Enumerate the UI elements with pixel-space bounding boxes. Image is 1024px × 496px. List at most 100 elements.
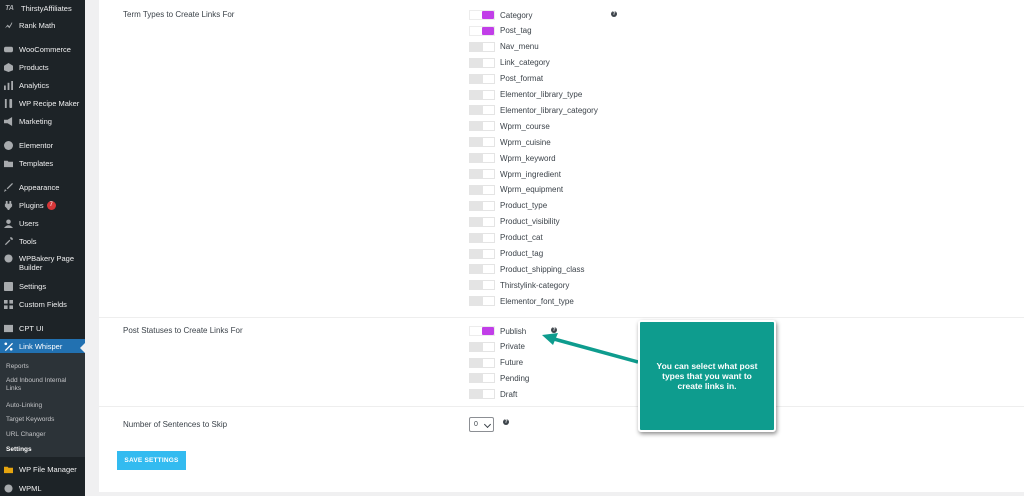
- sidebar-item-rank-math[interactable]: Rank Math: [0, 19, 85, 31]
- sidebar-item-tools[interactable]: Tools: [0, 235, 85, 247]
- checkbox-toggle[interactable]: [469, 200, 495, 211]
- sidebar-item-appearance[interactable]: Appearance: [0, 181, 85, 193]
- file-manager-icon: [4, 465, 13, 474]
- folder-icon: [4, 159, 13, 168]
- term-type-option[interactable]: Elementor_font_type: [469, 295, 574, 307]
- brush-icon: [4, 182, 13, 192]
- sidebar-item-settings[interactable]: Settings: [0, 280, 85, 292]
- toggle-knob: [483, 217, 494, 226]
- toggle-knob: [482, 327, 494, 335]
- submenu-reports[interactable]: Reports: [6, 363, 82, 371]
- term-type-option[interactable]: Product_cat: [469, 232, 543, 244]
- sidebar-item-link-whisper[interactable]: Link Whisper: [0, 339, 85, 353]
- toggle-knob: [483, 281, 494, 290]
- checkbox-toggle[interactable]: [469, 341, 495, 352]
- checkbox-toggle[interactable]: [469, 121, 495, 132]
- sidebar-item-wp-recipe-maker[interactable]: WP Recipe Maker: [0, 97, 85, 109]
- checkbox-toggle[interactable]: [469, 89, 495, 100]
- sidebar-item-wp-file-manager[interactable]: WP File Manager: [0, 463, 85, 475]
- submenu-url-changer[interactable]: URL Changer: [6, 431, 82, 439]
- checkbox-toggle[interactable]: [469, 10, 495, 20]
- sentences-skip-select[interactable]: 0: [469, 417, 494, 432]
- checkbox-toggle[interactable]: [469, 373, 495, 384]
- plug-icon: [4, 200, 13, 210]
- term-type-option[interactable]: Thirstylink-category: [469, 279, 569, 291]
- post-statuses-label: Post Statuses to Create Links For: [123, 326, 243, 335]
- sidebar-item-woocommerce[interactable]: WooCommerce: [0, 43, 85, 55]
- checkbox-toggle[interactable]: [469, 296, 495, 307]
- sidebar-item-marketing[interactable]: Marketing: [0, 115, 85, 127]
- post-status-option[interactable]: Future: [469, 357, 523, 369]
- sidebar-item-plugins[interactable]: Plugins 7: [0, 199, 85, 211]
- toggle-knob: [483, 74, 494, 83]
- toggle-knob: [483, 106, 494, 115]
- checkbox-toggle[interactable]: [469, 389, 495, 400]
- sidebar-item-cpt-ui[interactable]: CPT UI: [0, 322, 85, 334]
- checkbox-toggle[interactable]: [469, 169, 495, 179]
- checkbox-toggle[interactable]: [469, 25, 495, 36]
- submenu-auto-linking[interactable]: Auto-Linking: [6, 402, 82, 410]
- chevron-down-icon: [483, 420, 492, 429]
- sidebar-item-thirstyaffiliates[interactable]: TA ThirstyAffiliates: [0, 2, 85, 14]
- sidebar-item-wpml[interactable]: WPML: [0, 482, 85, 494]
- term-type-option[interactable]: Category: [469, 9, 532, 21]
- checkbox-label: Wprm_equipment: [500, 185, 564, 195]
- sidebar-item-elementor[interactable]: Elementor: [0, 139, 85, 151]
- term-type-option[interactable]: Nav_menu: [469, 41, 539, 53]
- term-type-option[interactable]: Product_visibility: [469, 216, 560, 228]
- term-type-option[interactable]: Elementor_library_type: [469, 89, 582, 101]
- checkbox-label: Wprm_ingredient: [500, 169, 561, 179]
- term-type-option[interactable]: Product_type: [469, 200, 547, 212]
- submenu-add-inbound-internal-links[interactable]: Add Inbound Internal Links: [6, 377, 82, 393]
- checkbox-toggle[interactable]: [469, 264, 495, 275]
- term-type-option[interactable]: Product_shipping_class: [469, 263, 585, 275]
- checkbox-toggle[interactable]: [469, 216, 495, 227]
- checkbox-toggle[interactable]: [469, 57, 495, 68]
- toggle-knob: [483, 170, 494, 178]
- checkbox-toggle[interactable]: [469, 232, 495, 243]
- sidebar-item-products[interactable]: Products: [0, 61, 85, 73]
- sidebar-item-wpbakery[interactable]: WPBakery Page Builder: [0, 254, 85, 274]
- post-status-option[interactable]: Pending: [469, 372, 529, 384]
- checkbox-label: Wprm_keyword: [500, 153, 556, 163]
- checkbox-toggle[interactable]: [469, 184, 495, 195]
- checkbox-label: Product_type: [500, 201, 548, 211]
- save-settings-button[interactable]: SAVE SETTINGS: [117, 451, 186, 470]
- toggle-knob: [482, 26, 494, 35]
- checkbox-toggle[interactable]: [469, 137, 495, 148]
- toggle-knob: [483, 154, 494, 163]
- checkbox-toggle[interactable]: [469, 357, 495, 368]
- checkbox-toggle[interactable]: [469, 153, 495, 164]
- term-type-option[interactable]: Wprm_equipment: [469, 184, 563, 196]
- sidebar-item-custom-fields[interactable]: Custom Fields: [0, 298, 85, 310]
- checkbox-toggle[interactable]: [469, 280, 495, 291]
- term-type-option[interactable]: Product_tag: [469, 248, 543, 260]
- chart-icon: [4, 21, 13, 30]
- utensils-icon: [4, 98, 13, 108]
- term-type-option[interactable]: Wprm_keyword: [469, 152, 556, 164]
- sidebar-item-templates[interactable]: Templates: [0, 157, 85, 169]
- post-status-option[interactable]: Draft: [469, 388, 517, 400]
- term-type-option[interactable]: Wprm_course: [469, 120, 550, 132]
- term-type-option[interactable]: Post_format: [469, 73, 543, 85]
- sidebar-item-analytics[interactable]: Analytics: [0, 79, 85, 91]
- term-types-help-icon[interactable]: ?: [611, 11, 617, 17]
- submenu-settings[interactable]: Settings: [6, 446, 82, 454]
- sidebar-item-users[interactable]: Users: [0, 217, 85, 229]
- checkbox-toggle[interactable]: [469, 326, 495, 336]
- term-type-option[interactable]: Post_tag: [469, 25, 532, 37]
- submenu-target-keywords[interactable]: Target Keywords: [6, 416, 82, 424]
- term-type-option[interactable]: Wprm_cuisine: [469, 136, 551, 148]
- post-status-option[interactable]: Publish: [469, 325, 526, 337]
- term-type-option[interactable]: Wprm_ingredient: [469, 168, 561, 180]
- post-status-option[interactable]: Private: [469, 341, 525, 353]
- checkbox-label: Product_visibility: [500, 217, 560, 227]
- checkbox-toggle[interactable]: [469, 105, 495, 116]
- term-type-option[interactable]: Link_category: [469, 57, 550, 69]
- annotation-arrow: [542, 333, 639, 364]
- term-type-option[interactable]: Elementor_library_category: [469, 104, 598, 116]
- checkbox-toggle[interactable]: [469, 41, 495, 52]
- sentences-skip-help-icon[interactable]: ?: [503, 419, 509, 425]
- checkbox-toggle[interactable]: [469, 73, 495, 84]
- checkbox-toggle[interactable]: [469, 248, 495, 259]
